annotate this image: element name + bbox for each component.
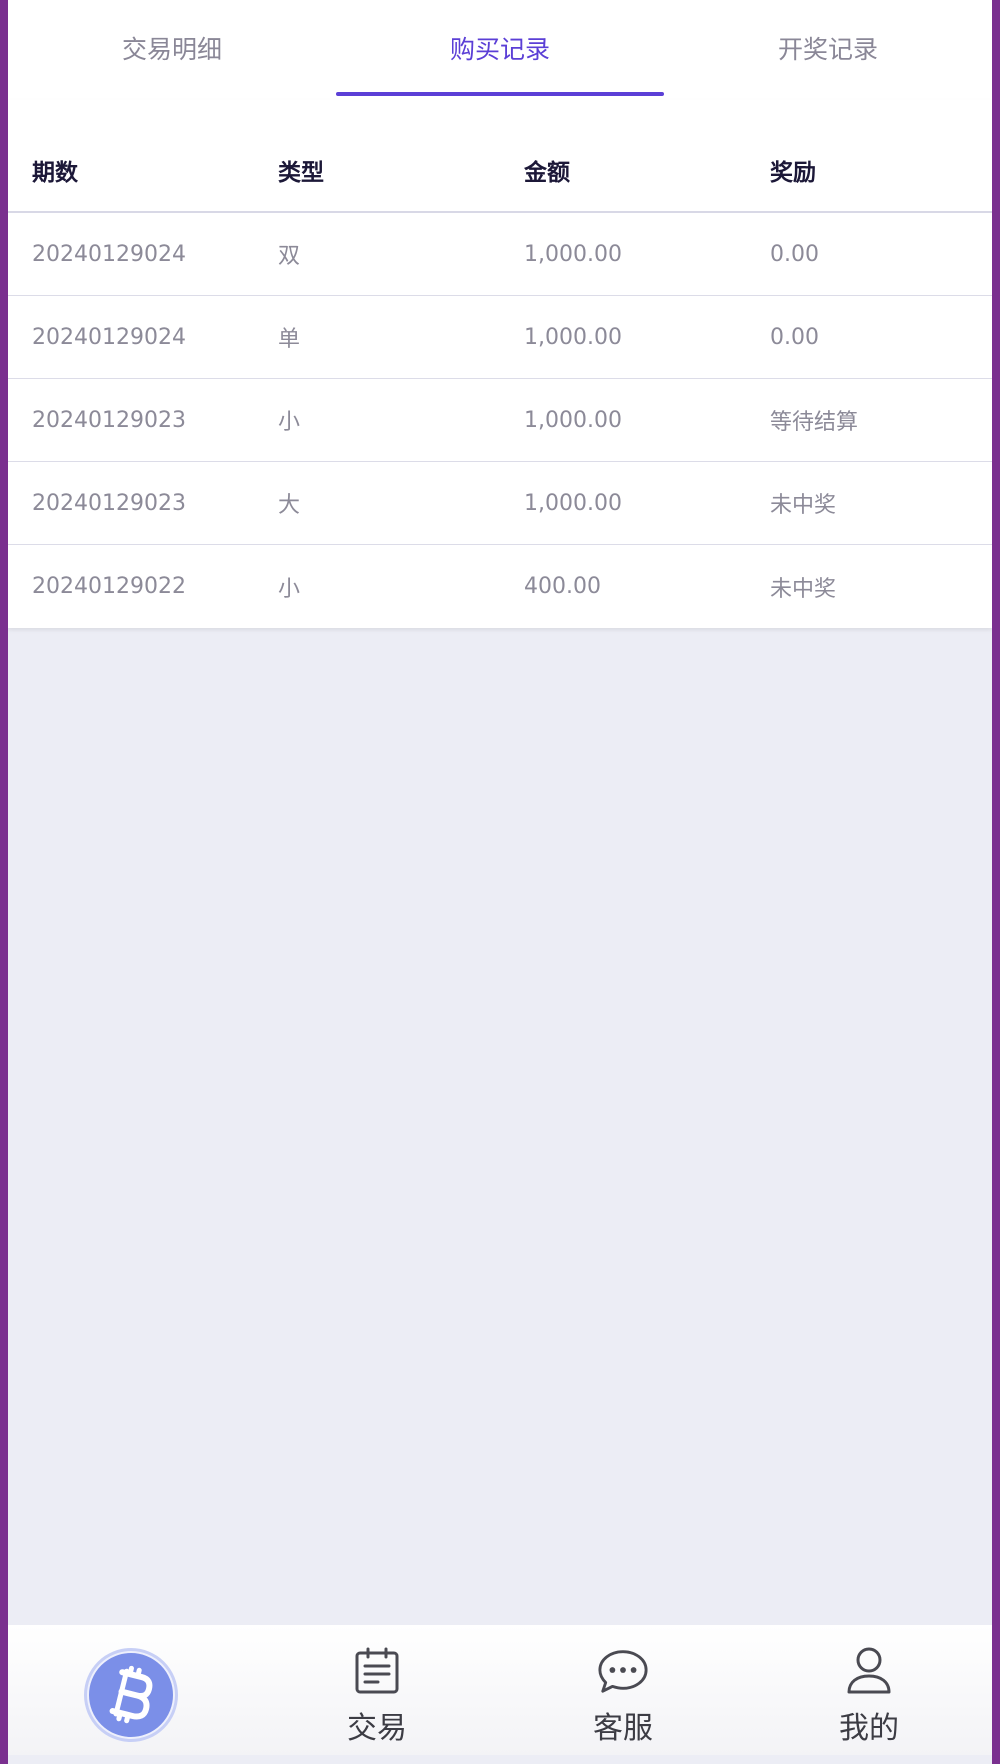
cell-amount: 1,000.00 <box>524 324 622 350</box>
cell-period: 20240129022 <box>32 574 186 599</box>
tab-purchase-records[interactable]: 购买记录 <box>336 0 664 96</box>
header-period: 期数 <box>32 159 78 186</box>
tab-label: 开奖记录 <box>777 35 878 64</box>
cell-type: 小 <box>278 576 301 602</box>
cell-amount: 1,000.00 <box>524 407 622 433</box>
bottom-nav: 交易 客服 我的 <box>8 1625 992 1755</box>
app-container: 交易明细 购买记录 开奖记录 期数 类型 金额 奖励 20240129024 双… <box>8 0 992 1764</box>
cell-amount: 1,000.00 <box>524 241 622 267</box>
nav-label: 客服 <box>593 1711 653 1746</box>
user-icon <box>843 1645 895 1697</box>
nav-mine[interactable]: 我的 <box>746 1625 992 1755</box>
cell-amount: 1,000.00 <box>524 490 622 516</box>
cell-reward: 0.00 <box>770 241 819 267</box>
table-row: 20240129023 大 1,000.00 未中奖 <box>8 462 992 545</box>
cell-amount: 400.00 <box>524 574 601 599</box>
nav-label: 我的 <box>839 1711 899 1746</box>
header-amount: 金额 <box>524 159 570 186</box>
cell-period: 20240129023 <box>32 490 186 516</box>
nav-label: 交易 <box>347 1711 407 1746</box>
cell-type: 单 <box>278 327 301 352</box>
cell-reward: 未中奖 <box>770 493 837 518</box>
table-header: 期数 类型 金额 奖励 <box>8 100 992 213</box>
table-row: 20240129023 小 1,000.00 等待结算 <box>8 379 992 462</box>
bitcoin-icon <box>81 1645 181 1745</box>
table-row: 20240129024 单 1,000.00 0.00 <box>8 296 992 379</box>
active-tab-indicator <box>336 92 664 96</box>
tab-label: 交易明细 <box>121 35 222 64</box>
records-table: 期数 类型 金额 奖励 20240129024 双 1,000.00 0.00 … <box>8 100 992 628</box>
tab-label: 购买记录 <box>449 35 550 64</box>
document-icon <box>351 1645 403 1697</box>
cell-period: 20240129023 <box>32 407 186 433</box>
cell-type: 小 <box>278 410 301 435</box>
cell-reward: 等待结算 <box>770 410 859 435</box>
tab-draw-records[interactable]: 开奖记录 <box>664 0 992 96</box>
cell-period: 20240129024 <box>32 241 186 267</box>
table-row: 20240129024 双 1,000.00 0.00 <box>8 213 992 296</box>
cell-period: 20240129024 <box>32 324 186 350</box>
nav-home[interactable] <box>8 1625 254 1755</box>
header-reward: 奖励 <box>770 159 816 186</box>
tab-bar: 交易明细 购买记录 开奖记录 <box>8 0 992 100</box>
table-row: 20240129022 小 400.00 未中奖 <box>8 545 992 628</box>
nav-trade[interactable]: 交易 <box>254 1625 500 1755</box>
tab-transaction-details[interactable]: 交易明细 <box>8 0 336 96</box>
cell-reward: 0.00 <box>770 324 819 350</box>
cell-type: 双 <box>278 244 301 269</box>
cell-reward: 未中奖 <box>770 576 837 602</box>
nav-customer-service[interactable]: 客服 <box>500 1625 746 1755</box>
chat-bubble-icon <box>597 1645 649 1697</box>
header-type: 类型 <box>278 159 324 186</box>
cell-type: 大 <box>278 493 301 518</box>
